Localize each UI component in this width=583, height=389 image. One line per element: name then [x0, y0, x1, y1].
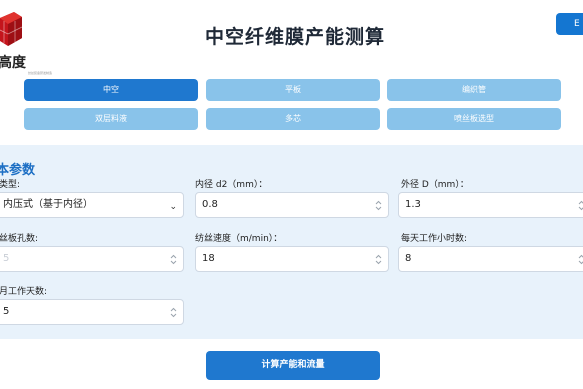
tab-flat[interactable]: 平板	[206, 79, 380, 101]
calculate-button[interactable]: 计算产能和流量	[206, 351, 380, 380]
holes-value: 5	[3, 253, 10, 264]
speed-label: 纺丝速度（m/min）：	[195, 234, 283, 244]
spinner-icon[interactable]	[375, 200, 382, 211]
header: 高度 纺丝装备研发制造 中空纤维膜产能测算 E	[0, 0, 583, 76]
hours-input[interactable]: 8	[398, 246, 583, 272]
holes-input[interactable]: 5	[0, 246, 184, 272]
outer-diameter-label: 外径 D（mm）：	[401, 180, 469, 190]
tab-hollow[interactable]: 中空	[24, 79, 198, 101]
tab-braided[interactable]: 编织管	[387, 79, 561, 101]
brand-logo-icon	[0, 12, 22, 46]
speed-input[interactable]: 18	[195, 246, 389, 272]
days-value: 5	[3, 306, 10, 317]
brand-tagline: 纺丝装备研发制造	[28, 71, 53, 75]
days-label: 月工作天数:	[0, 287, 48, 297]
spinner-icon[interactable]	[578, 200, 583, 211]
hours-label: 每天工作小时数:	[401, 234, 468, 244]
spinner-icon[interactable]	[578, 254, 583, 265]
outer-diameter-input[interactable]: 1.3	[398, 192, 583, 218]
type-label: 类型:	[0, 180, 21, 190]
tab-multi-core[interactable]: 多芯	[206, 108, 380, 130]
tab-spinneret[interactable]: 喷丝板选型	[387, 108, 561, 130]
section-title: 本参数	[0, 163, 36, 178]
spinner-icon[interactable]	[170, 307, 177, 318]
page-title: 中空纤维膜产能测算	[205, 26, 386, 48]
type-select[interactable]: 内压式（基于内径） ⌄	[0, 192, 184, 218]
inner-diameter-input[interactable]: 0.8	[195, 192, 389, 218]
holes-label: 丝板孔数:	[0, 234, 39, 244]
inner-diameter-label: 内径 d2（mm）：	[195, 180, 268, 190]
outer-diameter-value: 1.3	[405, 199, 421, 210]
spinner-icon[interactable]	[170, 254, 177, 265]
top-right-button[interactable]: E	[556, 13, 583, 35]
type-value: 内压式（基于内径）	[3, 199, 93, 210]
spinner-icon[interactable]	[375, 254, 382, 265]
speed-value: 18	[202, 253, 215, 264]
tab-dual-layer[interactable]: 双层料液	[24, 108, 198, 130]
days-input[interactable]: 5	[0, 299, 184, 325]
inner-diameter-value: 0.8	[202, 199, 218, 210]
hours-value: 8	[405, 253, 412, 264]
brand-name: 高度	[0, 55, 26, 71]
chevron-down-icon: ⌄	[169, 202, 177, 212]
